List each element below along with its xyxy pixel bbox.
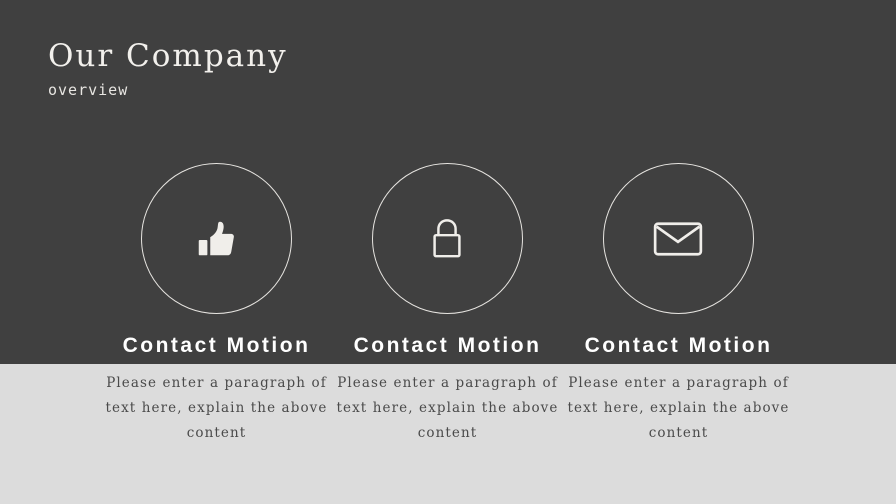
slide-canvas: Our Company overview Contact Motion Plea… (0, 0, 896, 504)
feature-heading-2: Contact Motion (353, 334, 542, 357)
lock-icon (373, 164, 522, 313)
feature-column-3: Contact Motion Please enter a paragraph … (563, 0, 794, 504)
feature-heading-1: Contact Motion (122, 334, 311, 357)
icon-circle-2 (371, 163, 523, 314)
feature-body-3: Please enter a paragraph of text here, e… (567, 375, 790, 441)
feature-body-1: Please enter a paragraph of text here, e… (105, 375, 328, 441)
icon-circle-3 (602, 163, 754, 314)
page-title: Our Company (48, 38, 288, 74)
icon-circle-1 (140, 163, 292, 314)
feature-heading-3: Contact Motion (584, 334, 773, 357)
feature-column-2: Contact Motion Please enter a paragraph … (332, 0, 563, 504)
envelope-icon (604, 164, 753, 313)
page-subtitle: overview (48, 81, 129, 99)
slide-header: Our Company overview (48, 38, 288, 100)
thumbs-up-icon (142, 164, 291, 313)
feature-body-2: Please enter a paragraph of text here, e… (336, 375, 559, 441)
